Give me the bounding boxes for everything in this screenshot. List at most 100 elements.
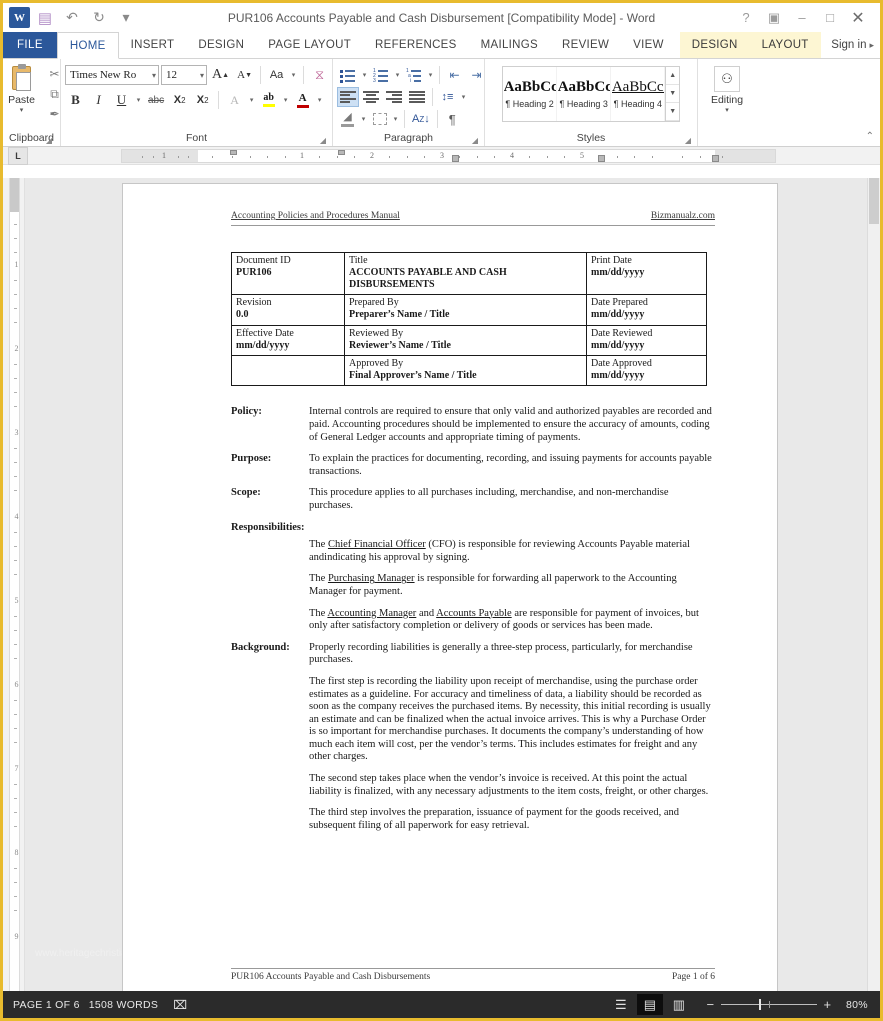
print-layout-button[interactable]: ▤ xyxy=(637,994,663,1015)
zoom-slider[interactable] xyxy=(721,999,817,1010)
scrollbar-thumb[interactable] xyxy=(869,178,879,224)
clipboard-dialog-launcher[interactable]: ◢ xyxy=(46,136,52,145)
tab-stop-marker-1[interactable] xyxy=(452,155,459,162)
tab-references[interactable]: REFERENCES xyxy=(363,32,469,58)
chevron-down-icon[interactable]: ▾ xyxy=(149,71,156,80)
chevron-down-icon[interactable]: ▾ xyxy=(281,96,290,104)
document-canvas[interactable]: www.heritagechristiancollege.com Account… xyxy=(25,178,880,991)
tab-stop-selector[interactable]: L xyxy=(8,146,28,165)
cell-date-reviewed[interactable]: Date Reviewed mm/dd/yyyy xyxy=(586,324,707,357)
cell-print-date[interactable]: Print Date mm/dd/yyyy xyxy=(586,251,707,296)
page-indicator[interactable]: PAGE 1 OF 6 xyxy=(13,999,89,1011)
chevron-down-icon[interactable]: ▾ xyxy=(459,93,468,101)
cell-document-id[interactable]: Document ID PUR106 xyxy=(231,251,345,296)
font-dialog-launcher[interactable]: ◢ xyxy=(320,136,326,145)
decrease-indent-icon[interactable]: ⇤ xyxy=(444,65,465,85)
align-right-icon[interactable] xyxy=(383,87,405,107)
italic-icon[interactable]: I xyxy=(88,90,109,110)
close-button[interactable]: ✕ xyxy=(844,7,872,29)
grow-font-icon[interactable]: A ▲ xyxy=(209,65,232,85)
editing-button[interactable]: ⚇ Editing ▾ xyxy=(702,64,752,114)
text-highlight-color-icon[interactable]: ab xyxy=(258,90,279,110)
change-case-icon[interactable]: Aa xyxy=(266,65,287,85)
document-control-table[interactable]: Document ID PUR106 Title ACCOUNTS PAYABL… xyxy=(231,251,707,387)
font-color-icon[interactable]: A xyxy=(292,90,313,110)
redo-icon[interactable]: ↻ xyxy=(87,7,111,29)
style-heading-4[interactable]: AaBbCcI ¶ Heading 4 xyxy=(611,67,666,121)
paste-button[interactable]: Paste ▾ xyxy=(3,64,45,114)
numbering-icon[interactable]: 1 2 3 xyxy=(370,65,392,85)
undo-icon[interactable]: ↶ xyxy=(60,7,84,29)
customize-qat-icon[interactable]: ▾ xyxy=(114,7,138,29)
style-heading-2[interactable]: AaBbCc ¶ Heading 2 xyxy=(503,67,558,121)
justify-icon[interactable] xyxy=(406,87,428,107)
cell-reviewed-by[interactable]: Reviewed By Reviewer’s Name / Title xyxy=(344,324,587,357)
line-spacing-icon[interactable]: ↕≡ xyxy=(437,87,458,107)
text-effects-icon[interactable]: A xyxy=(224,90,245,110)
save-icon[interactable]: ▤ xyxy=(33,7,57,29)
cell-date-prepared[interactable]: Date Prepared mm/dd/yyyy xyxy=(586,294,707,326)
first-line-indent-marker[interactable] xyxy=(230,150,237,155)
vertical-ruler[interactable]: 1 2 3 4 5 6 7 8 9 xyxy=(3,178,25,991)
chevron-down-icon[interactable]: ▾ xyxy=(393,71,402,79)
chevron-down-icon[interactable]: ▾ xyxy=(426,71,435,79)
cell-title[interactable]: Title ACCOUNTS PAYABLE AND CASH DISBURSE… xyxy=(344,251,587,296)
tab-table-design[interactable]: DESIGN xyxy=(680,32,750,58)
style-heading-3[interactable]: AaBbCc ¶ Heading 3 xyxy=(557,67,612,121)
borders-icon[interactable] xyxy=(369,109,390,129)
sort-icon[interactable]: A Z ↓ xyxy=(409,109,433,129)
bold-icon[interactable]: B xyxy=(65,90,86,110)
strikethrough-icon[interactable]: abc xyxy=(145,90,167,110)
font-name-input[interactable]: Times New Ro ▾ xyxy=(65,65,159,85)
read-mode-button[interactable]: ☰ xyxy=(608,994,634,1015)
font-size-input[interactable]: 12 ▾ xyxy=(161,65,207,85)
clear-formatting-icon[interactable]: ⧖ xyxy=(309,65,330,85)
chevron-down-icon[interactable]: ▾ xyxy=(289,71,298,79)
tab-file[interactable]: FILE xyxy=(3,32,57,58)
ribbon-display-options-button[interactable]: ▣ xyxy=(760,7,788,29)
proofing-errors-icon[interactable]: ⌧ xyxy=(167,998,193,1012)
chevron-down-icon[interactable]: ▾ xyxy=(20,107,24,114)
tab-insert[interactable]: INSERT xyxy=(119,32,187,58)
word-app-icon[interactable]: W xyxy=(9,7,30,28)
cell-prepared-by[interactable]: Prepared By Preparer’s Name / Title xyxy=(344,294,587,326)
align-left-icon[interactable] xyxy=(337,87,359,107)
chevron-down-icon[interactable]: ▾ xyxy=(247,96,256,104)
document-page-1[interactable]: Accounting Policies and Procedures Manua… xyxy=(123,184,777,991)
show-formatting-marks-icon[interactable]: ¶ xyxy=(442,109,463,129)
tab-table-layout[interactable]: LAYOUT xyxy=(750,32,821,58)
tab-home[interactable]: HOME xyxy=(56,32,119,59)
increase-indent-icon[interactable]: ⇥ xyxy=(466,65,487,85)
shading-icon[interactable]: ◢ xyxy=(337,109,358,129)
paragraph-dialog-launcher[interactable]: ◢ xyxy=(472,136,478,145)
zoom-in-button[interactable]: + xyxy=(822,997,833,1012)
multilevel-list-icon[interactable]: 1 a i xyxy=(403,65,425,85)
subscript-icon[interactable]: X2 xyxy=(169,90,190,110)
styles-scroll-up-icon[interactable]: ▲ xyxy=(666,67,679,85)
cell-approved-by[interactable]: Approved By Final Approver’s Name / Titl… xyxy=(344,355,587,387)
horizontal-ruler[interactable]: 1 1 2 3 4 5 xyxy=(121,149,776,163)
cell-effective-date[interactable]: Effective Date mm/dd/yyyy xyxy=(231,324,345,357)
sign-in-button[interactable]: Sign in ▸ xyxy=(831,32,880,58)
chevron-down-icon[interactable]: ▾ xyxy=(359,115,368,123)
chevron-down-icon[interactable]: ▾ xyxy=(197,71,204,80)
styles-more-icon[interactable]: ▼ xyxy=(666,103,679,121)
help-button[interactable]: ? xyxy=(732,7,760,29)
chevron-down-icon[interactable]: ▾ xyxy=(315,96,324,104)
cell-empty[interactable] xyxy=(231,355,345,387)
chevron-down-icon[interactable]: ▾ xyxy=(360,71,369,79)
hanging-indent-marker[interactable] xyxy=(338,150,345,155)
restore-button[interactable]: □ xyxy=(816,7,844,29)
superscript-icon[interactable]: X2 xyxy=(192,90,213,110)
tab-stop-marker-2[interactable] xyxy=(598,155,605,162)
chevron-down-icon[interactable]: ▾ xyxy=(391,115,400,123)
web-layout-button[interactable]: ▥ xyxy=(666,994,692,1015)
vertical-scrollbar[interactable] xyxy=(867,178,880,991)
bullets-icon[interactable] xyxy=(337,65,359,85)
cell-revision[interactable]: Revision 0.0 xyxy=(231,294,345,326)
shrink-font-icon[interactable]: A ▼ xyxy=(234,65,255,85)
underline-icon[interactable]: U xyxy=(111,90,132,110)
zoom-level[interactable]: 80% xyxy=(846,999,870,1011)
tab-review[interactable]: REVIEW xyxy=(550,32,621,58)
align-center-icon[interactable] xyxy=(360,87,382,107)
